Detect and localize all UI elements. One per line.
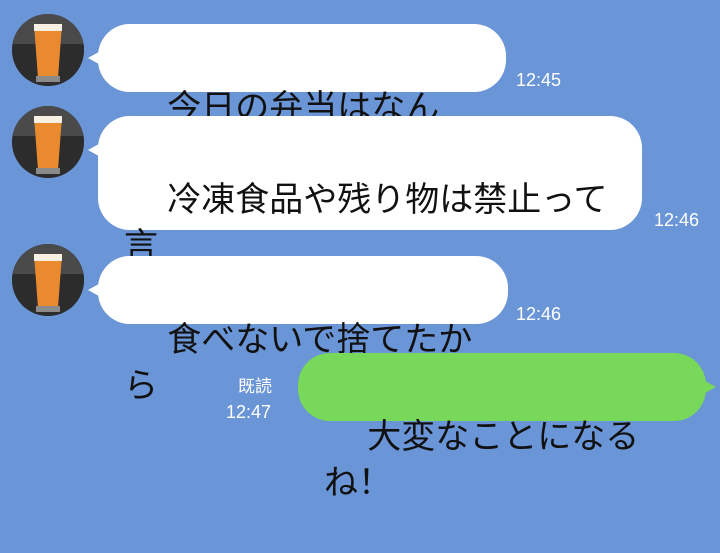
message-time: 12:47 (226, 402, 272, 422)
message-bubble[interactable]: 冷凍食品や残り物は禁止って言 っただろ！ (88, 116, 642, 312)
message-time: 12:45 (516, 70, 562, 90)
chat-area: 今日の弁当はなんだ？ 12:45 冷凍食品や残り物は禁止って言 っただろ！ 12… (0, 0, 720, 503)
beer-glass-icon (12, 106, 84, 178)
message-bubble[interactable]: 今日の弁当はなんだ？ (88, 24, 506, 174)
contact-avatar[interactable] (12, 106, 84, 178)
contact-avatar[interactable] (12, 14, 84, 86)
message-time: 12:46 (516, 304, 562, 324)
beer-glass-icon (12, 244, 84, 316)
message-bubble-self[interactable]: 大変なことになるね！ (298, 353, 716, 503)
contact-avatar[interactable] (12, 244, 84, 316)
beer-glass-icon (12, 14, 84, 86)
read-receipt: 既読 (238, 377, 272, 397)
message-bubble[interactable]: 食べないで捨てたから (88, 256, 508, 406)
message-time: 12:46 (654, 210, 700, 230)
message-text: 大変なことになるね！ (324, 416, 640, 503)
